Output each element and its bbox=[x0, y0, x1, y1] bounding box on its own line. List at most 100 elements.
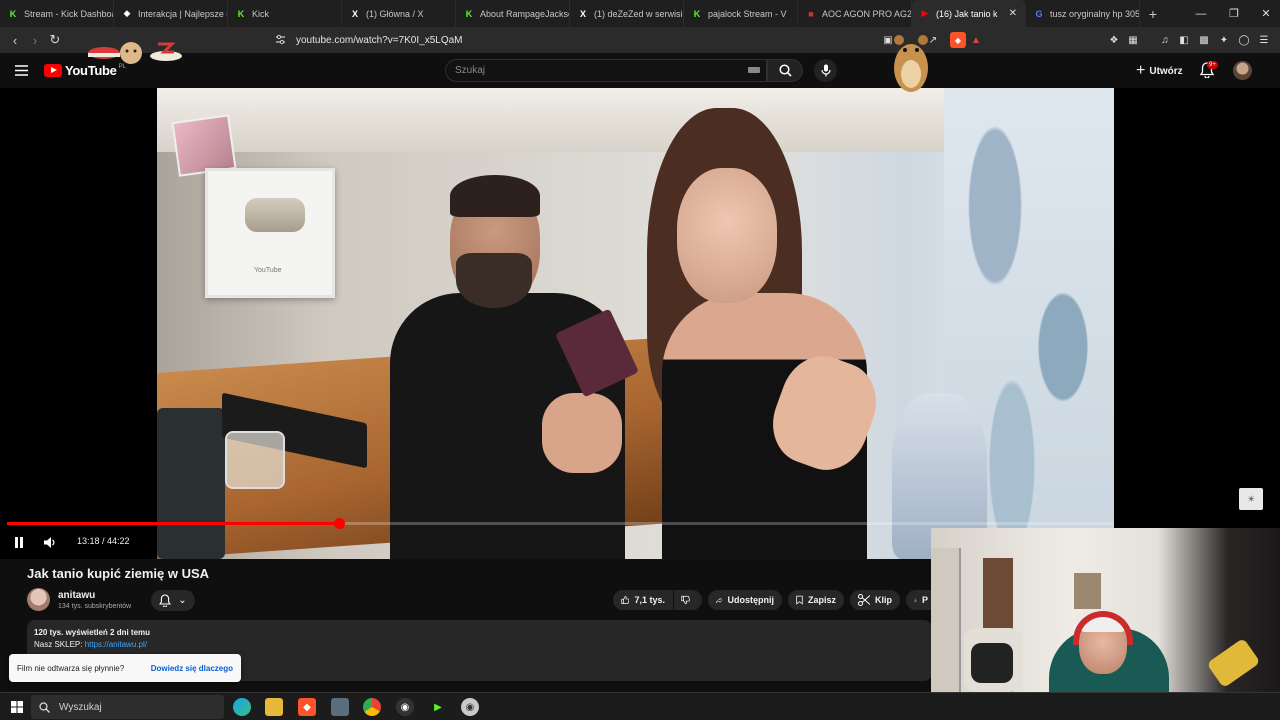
edge-icon[interactable] bbox=[233, 698, 251, 716]
back-button[interactable]: ‹ bbox=[4, 27, 26, 53]
thumbs-up-icon bbox=[621, 596, 630, 604]
tabs-container: K Stream - Kick Dashboard ◆ Interakcja | Na… bbox=[0, 0, 1140, 27]
app-icon[interactable] bbox=[331, 698, 349, 716]
hamster-sticker-overlay bbox=[894, 35, 928, 92]
progress-fill bbox=[7, 522, 339, 525]
sidebar-icon[interactable]: ▦ bbox=[1125, 32, 1141, 48]
save-button[interactable]: Zapisz bbox=[788, 590, 844, 610]
tab-label: Stream - Kick Dashboard bbox=[24, 8, 113, 19]
wallet-icon[interactable]: ▩ bbox=[1196, 32, 1212, 48]
leo-ai-icon[interactable]: ✦ bbox=[1216, 32, 1232, 48]
shop-link[interactable]: https://anitawu.pl/ bbox=[85, 640, 147, 649]
extensions-icon[interactable]: ❖ bbox=[1106, 32, 1122, 48]
split-view-icon[interactable]: ◧ bbox=[1176, 32, 1192, 48]
browser-tab[interactable]: K Kick bbox=[228, 0, 342, 27]
video-player[interactable]: YouTube bbox=[0, 88, 1280, 559]
browser-tab[interactable]: Kpajalock Stream - V bbox=[684, 0, 798, 27]
share-icon bbox=[716, 596, 723, 603]
browser-tab[interactable]: X (1) Główna / X bbox=[342, 0, 456, 27]
brave-rewards-icon[interactable]: ▲ bbox=[968, 32, 984, 48]
create-button[interactable]: + Utwórz bbox=[1136, 62, 1183, 80]
description-shop-line: Nasz SKLEP: https://anitawu.pl/ bbox=[34, 640, 147, 649]
windows-start-icon[interactable] bbox=[8, 698, 26, 716]
plaque-label: YouTube bbox=[254, 267, 282, 274]
share-label: Udostępnij bbox=[727, 595, 775, 605]
hamburger-menu-icon[interactable] bbox=[15, 63, 29, 81]
channel-name[interactable]: anitawu bbox=[58, 590, 95, 601]
like-count: 7,1 tys. bbox=[634, 595, 665, 605]
kick-app-icon[interactable]: ▶ bbox=[429, 698, 447, 716]
minimize-button[interactable]: — bbox=[1185, 0, 1217, 27]
browser-tab[interactable]: X (1) deZeZed w serwisie bbox=[570, 0, 684, 27]
time-display: 13:18 / 44:22 bbox=[77, 536, 130, 546]
webcam-chair-seat bbox=[971, 643, 1013, 683]
browser-tab[interactable]: Gtusz oryginalny hp 305 bbox=[1026, 0, 1140, 27]
kick-icon: K bbox=[465, 8, 473, 19]
browser-tab[interactable]: ■ AOC AGON PRO AG27 bbox=[798, 0, 912, 27]
webcam-headset bbox=[1073, 611, 1133, 645]
youtube-header: YouTube PL Szukaj + Utwórz bbox=[0, 53, 1280, 88]
microphone-icon bbox=[820, 64, 831, 77]
kick-icon: K bbox=[693, 8, 701, 19]
forward-button[interactable]: › bbox=[24, 27, 46, 53]
plaque-button bbox=[245, 198, 305, 232]
subscription-bell-button[interactable]: ⌄ bbox=[151, 590, 195, 611]
search-icon bbox=[778, 64, 792, 77]
chat-app-icon[interactable]: ◉ bbox=[461, 698, 479, 716]
search-placeholder: Szukaj bbox=[455, 65, 486, 76]
browser-tab[interactable]: K Stream - Kick Dashboard bbox=[0, 0, 114, 27]
cat-sticker-overlay bbox=[88, 42, 182, 64]
playback-issue-toast: Film nie odtwarza się płynnie? Dowiedz s… bbox=[9, 654, 241, 682]
menu-icon[interactable]: ☰ bbox=[1256, 32, 1272, 48]
browser-tab-strip: K Stream - Kick Dashboard ◆ Interakcja | Na… bbox=[0, 0, 1280, 27]
clip-button[interactable]: Klip bbox=[850, 590, 900, 610]
scene-silver-play-button-plaque: YouTube bbox=[205, 168, 335, 298]
webcam-shelf bbox=[931, 548, 961, 692]
browser-tab[interactable]: ◆ Interakcja | Najlepsze o bbox=[114, 0, 228, 27]
dislike-button[interactable] bbox=[674, 590, 702, 610]
chrome-icon[interactable] bbox=[363, 698, 381, 716]
music-icon[interactable]: ♫ bbox=[1157, 32, 1173, 48]
channel-watermark-icon[interactable]: ☀ bbox=[1239, 488, 1263, 510]
obs-icon[interactable]: ◉ bbox=[396, 698, 414, 716]
reload-button[interactable]: ↻ bbox=[44, 27, 66, 53]
vpn-icon[interactable]: ◯ bbox=[1236, 32, 1252, 48]
shop-label: Nasz SKLEP: bbox=[34, 640, 85, 649]
video-title: Jak tanio kupić ziemię w USA bbox=[27, 566, 210, 581]
tab-label: (1) Główna / X bbox=[366, 8, 424, 19]
search-button[interactable] bbox=[767, 59, 803, 82]
subscriber-count: 134 tys. subskrybentów bbox=[58, 603, 132, 610]
brave-shields-icon[interactable]: ◆ bbox=[950, 32, 966, 48]
webcam-poster bbox=[1074, 573, 1101, 609]
like-button[interactable]: 7,1 tys. bbox=[613, 590, 673, 610]
tab-label: Interakcja | Najlepsze o bbox=[138, 8, 228, 19]
bell-icon bbox=[159, 594, 172, 607]
browser-tab[interactable]: ▶ (16) Jak tanio k ✕ bbox=[912, 0, 1026, 27]
channel-avatar[interactable] bbox=[27, 588, 50, 611]
youtube-icon: ▶ bbox=[921, 8, 929, 18]
volume-icon bbox=[44, 536, 55, 548]
toast-learn-why-link[interactable]: Dowiedz się dlaczego bbox=[151, 664, 233, 673]
user-avatar[interactable] bbox=[1233, 61, 1252, 80]
browser-navbar: ‹ › ↻ youtube.com/watch?v=7K0I_x5LQaM ▣ … bbox=[0, 27, 1280, 53]
voice-search-button[interactable] bbox=[814, 59, 837, 82]
site-settings-icon[interactable] bbox=[275, 34, 286, 48]
close-window-button[interactable]: ✕ bbox=[1250, 0, 1280, 27]
google-icon: G bbox=[1035, 8, 1043, 19]
taskbar-search-input[interactable]: Wyszukaj bbox=[31, 695, 224, 719]
windows-taskbar: Wyszukaj ◆ ◉ ▶ ◉ bbox=[0, 692, 1280, 720]
browser-tab[interactable]: K About RampageJackso bbox=[456, 0, 570, 27]
close-tab-icon[interactable]: ✕ bbox=[1009, 8, 1017, 19]
keyboard-icon[interactable] bbox=[748, 67, 760, 73]
pause-button[interactable] bbox=[12, 532, 26, 552]
save-label: Zapisz bbox=[807, 595, 836, 605]
video-frame[interactable]: YouTube bbox=[157, 88, 1114, 559]
maximize-button[interactable]: ❐ bbox=[1218, 0, 1250, 27]
brave-icon[interactable]: ◆ bbox=[298, 698, 316, 716]
progress-bar[interactable] bbox=[7, 518, 1113, 529]
file-explorer-icon[interactable] bbox=[265, 698, 283, 716]
new-tab-button[interactable]: + bbox=[1140, 0, 1166, 27]
share-button[interactable]: Udostępnij bbox=[708, 590, 782, 610]
search-input[interactable]: Szukaj bbox=[445, 59, 767, 82]
volume-button[interactable] bbox=[42, 532, 58, 552]
